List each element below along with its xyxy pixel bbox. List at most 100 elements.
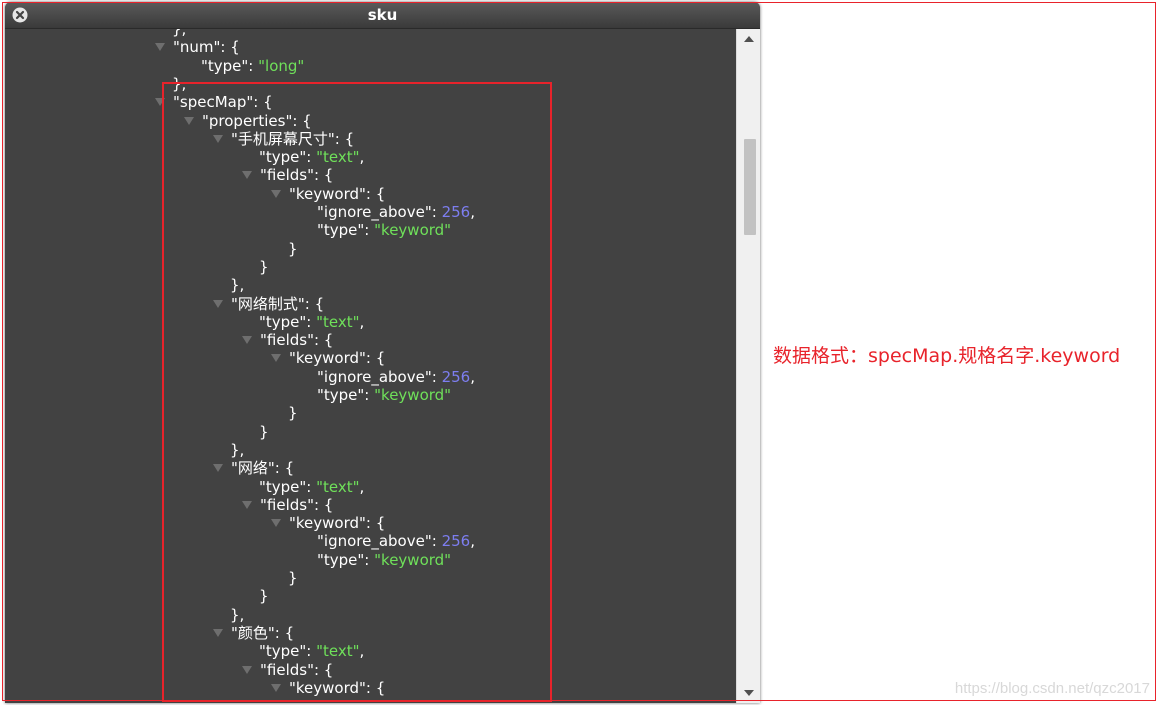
code-token: "properties": {: [202, 111, 312, 130]
code-token: ,: [359, 312, 365, 331]
triangle-down-icon[interactable]: [213, 628, 223, 637]
screenshot-stage: sku }, "num": {"type": "long"}, "specMap":…: [0, 0, 1160, 705]
code-line: },: [230, 441, 244, 460]
triangle-down-icon[interactable]: [242, 336, 252, 345]
code-token: "网络": {: [231, 459, 295, 478]
json-viewer-dialog: sku }, "num": {"type": "long"}, "specMap":…: [5, 2, 760, 703]
code-token: "fields": {: [260, 166, 334, 185]
code-token: "type":: [259, 312, 317, 331]
code-line: },: [172, 75, 186, 94]
triangle-down-icon[interactable]: [242, 665, 252, 674]
code-token: "ignore_above":: [317, 203, 442, 221]
code-token: },: [230, 440, 245, 459]
code-token: "type":: [317, 221, 375, 240]
triangle-down-icon[interactable]: [242, 500, 252, 509]
code-token: "num": {: [173, 38, 240, 57]
string-value: "keyword": [374, 386, 452, 404]
dialog-title: sku: [367, 6, 398, 24]
code-line: "fields": {: [242, 166, 333, 185]
code-line: "ignore_above": 256,: [317, 368, 475, 387]
code-token: "keyword": {: [289, 349, 386, 368]
code-token: },: [230, 276, 245, 295]
triangle-down-icon[interactable]: [271, 189, 281, 198]
code-token: "type":: [201, 56, 259, 75]
string-value: "keyword": [374, 550, 452, 569]
number-value: 256: [441, 532, 471, 551]
code-token: },: [172, 29, 187, 38]
code-token: "keyword": {: [289, 514, 386, 533]
dialog-titlebar[interactable]: sku: [5, 2, 760, 29]
code-line: "type": "keyword": [317, 386, 451, 405]
scroll-up-button[interactable]: [737, 29, 760, 49]
code-line: "type": "text",: [259, 642, 364, 661]
code-line: "颜色": {: [213, 624, 294, 643]
triangle-down-icon[interactable]: [271, 519, 281, 528]
code-line: }: [259, 258, 269, 277]
triangle-down-icon[interactable]: [271, 683, 281, 692]
code-token: "网络制式": {: [231, 294, 325, 313]
code-token: "type":: [259, 642, 317, 661]
code-token: "手机屏幕尺寸": {: [231, 129, 355, 148]
code-token: "fields": {: [260, 331, 334, 350]
code-line: "type": "text",: [259, 313, 364, 332]
code-line: "specMap": {: [155, 93, 273, 112]
triangle-down-icon[interactable]: [155, 98, 165, 107]
code-token: ,: [359, 477, 365, 496]
code-line: "ignore_above": 256,: [317, 203, 475, 222]
code-line: "keyword": {: [271, 349, 385, 368]
string-value: "keyword": [374, 221, 452, 240]
triangle-down-icon[interactable]: [213, 134, 223, 143]
triangle-down-icon[interactable]: [271, 354, 281, 363]
code-token: "specMap": {: [173, 93, 273, 112]
triangle-down-icon[interactable]: [242, 171, 252, 180]
code-token: "keyword": {: [289, 678, 386, 697]
code-line: "type": "keyword": [317, 551, 451, 570]
code-line: "type": "keyword": [317, 221, 451, 240]
code-token: }: [259, 587, 269, 606]
vertical-scrollbar[interactable]: [736, 29, 760, 703]
code-line: }: [259, 587, 269, 606]
annotation-text: 数据格式：specMap.规格名字.keyword: [773, 345, 1121, 367]
number-value: 256: [441, 367, 471, 386]
scroll-thumb[interactable]: [744, 139, 756, 235]
code-token: "type":: [317, 386, 375, 404]
triangle-down-icon[interactable]: [155, 43, 165, 52]
code-line: "fields": {: [242, 661, 333, 680]
code-token: ,: [470, 203, 475, 221]
code-line: }: [259, 423, 269, 442]
code-token: "type":: [259, 148, 317, 167]
code-line: "ignore_above": 256,: [317, 532, 475, 551]
code-token: "ignore_above":: [317, 532, 442, 551]
string-value: "long": [258, 56, 305, 75]
code-token: }: [288, 404, 298, 423]
code-token: },: [172, 74, 187, 93]
json-content[interactable]: }, "num": {"type": "long"}, "specMap": {"p…: [8, 29, 735, 703]
code-token: ,: [470, 532, 475, 551]
code-line: "网络": {: [213, 459, 294, 478]
code-line: "keyword": {: [271, 679, 385, 698]
code-line: "手机屏幕尺寸": {: [213, 130, 354, 149]
triangle-down-icon[interactable]: [213, 299, 223, 308]
code-token: }: [288, 569, 298, 587]
scroll-down-button[interactable]: [737, 683, 760, 703]
string-value: "text": [316, 477, 360, 496]
code-token: "type":: [259, 477, 317, 496]
code-token: },: [230, 605, 245, 624]
code-token: "fields": {: [260, 495, 334, 514]
code-token: ,: [359, 642, 365, 661]
code-token: }: [259, 422, 269, 441]
code-line: },: [230, 276, 244, 295]
code-token: ,: [359, 148, 365, 167]
triangle-down-icon[interactable]: [213, 464, 223, 473]
code-token: }: [288, 239, 298, 258]
code-token: "fields": {: [260, 660, 334, 679]
string-value: "text": [316, 312, 360, 331]
code-line: "网络制式": {: [213, 295, 324, 314]
code-token: "颜色": {: [231, 623, 295, 642]
code-token: }: [259, 257, 269, 276]
triangle-down-icon[interactable]: [184, 116, 194, 125]
code-token: "keyword": {: [289, 184, 386, 203]
code-line: }: [288, 404, 298, 423]
code-token: ,: [470, 367, 475, 386]
code-line: },: [230, 606, 244, 625]
